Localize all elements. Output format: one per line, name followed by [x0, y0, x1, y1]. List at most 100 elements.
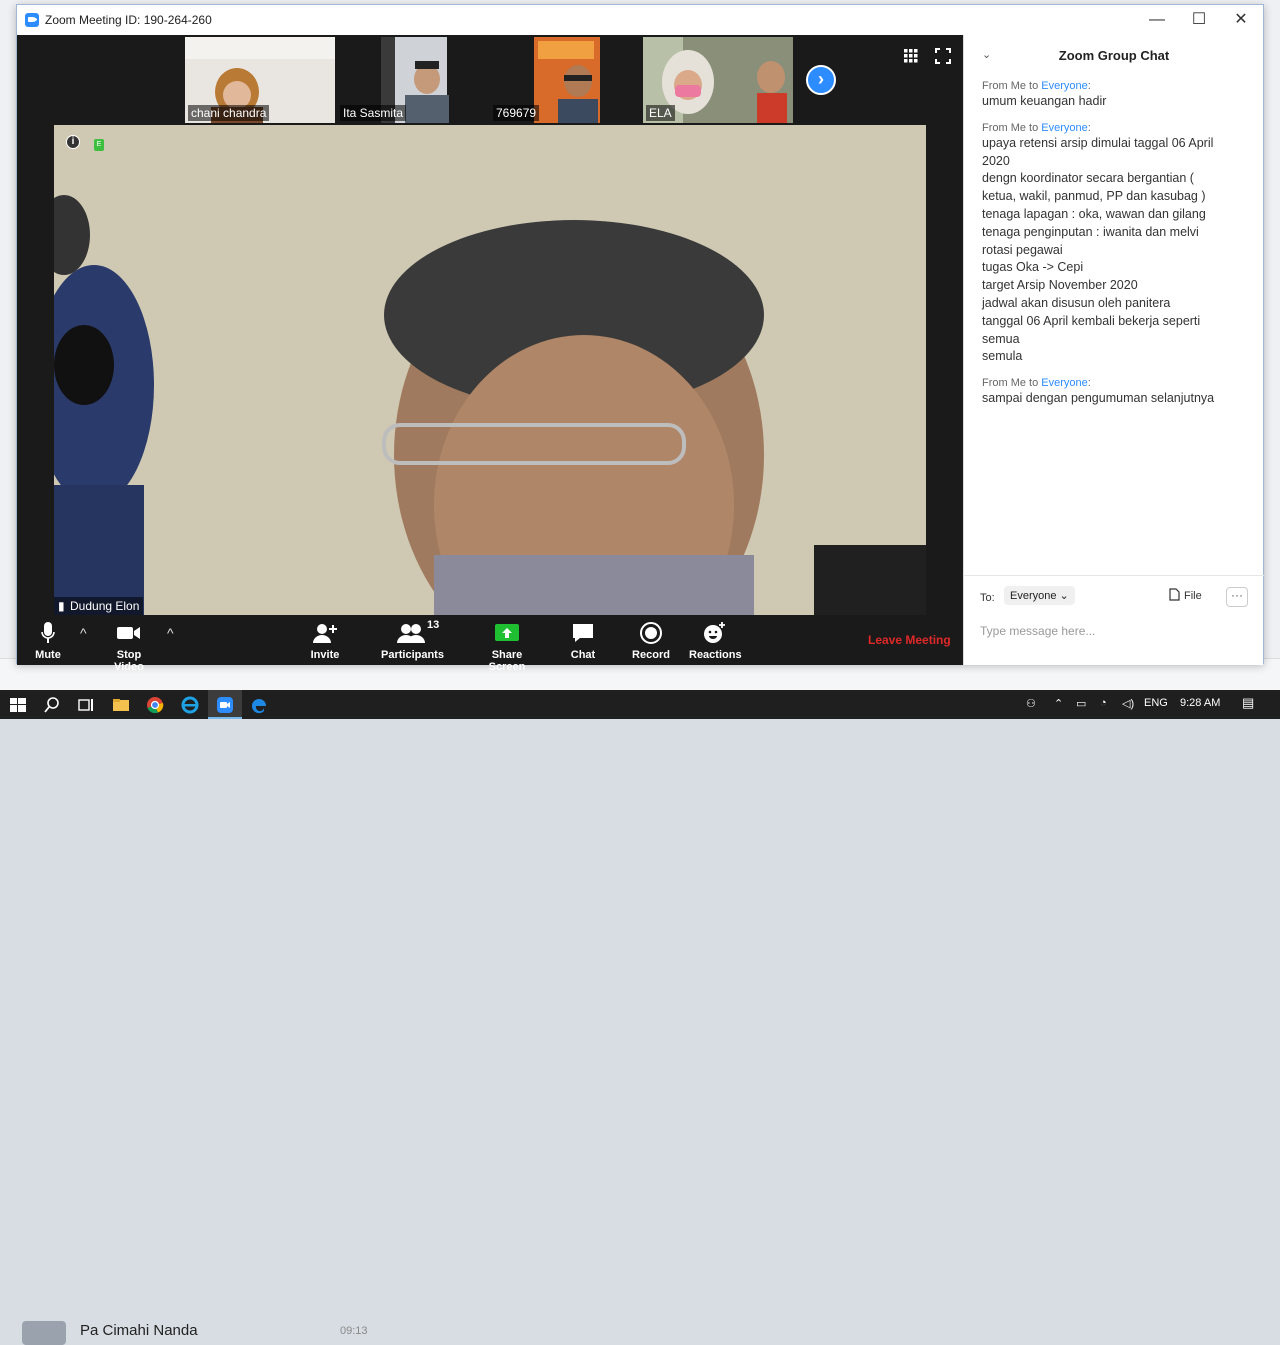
invite-button[interactable]: Invite	[307, 615, 343, 665]
file-icon	[1169, 588, 1180, 601]
zoom-logo-icon	[25, 13, 39, 27]
thumbnail-strip: chani chandra Ita Sasmita 769679 ELA	[185, 37, 795, 123]
language-indicator[interactable]: ENG	[1144, 697, 1168, 709]
message-line: dengn koordinator secara bergantian (	[982, 171, 1194, 186]
info-icon[interactable]: i	[66, 135, 80, 149]
share-screen-button[interactable]: Share Screen	[473, 615, 541, 673]
participant-name: ELA	[646, 105, 675, 121]
to-label: To:	[980, 592, 995, 604]
message-line: ketua, wakil, panmud, PP dan kasubag )	[982, 189, 1206, 204]
message-line: tenaga lapagan : oka, wawan dan gilang	[982, 206, 1206, 221]
leave-meeting-button[interactable]: Leave Meeting	[868, 633, 951, 647]
message-line: tugas Oka -> Cepi	[982, 260, 1084, 275]
add-user-icon	[313, 624, 337, 643]
encryption-badge: E	[94, 139, 104, 151]
participants-label: Participants	[381, 649, 444, 661]
internet-explorer-icon[interactable]	[180, 695, 200, 715]
zoom-taskbar-button[interactable]	[208, 690, 242, 719]
message-line: 2020	[982, 153, 1010, 168]
invite-label: Invite	[310, 649, 340, 661]
fullscreen-icon[interactable]	[935, 48, 951, 64]
video-camera-icon	[117, 627, 140, 639]
file-label: File	[1184, 590, 1202, 602]
chat-panel: ⌄ Zoom Group Chat From Me to Everyone: u…	[963, 35, 1264, 665]
message-sender: From Me to Everyone:	[982, 121, 1091, 134]
chevron-up-icon[interactable]: ⌃	[1054, 697, 1063, 710]
share-screen-icon	[495, 624, 519, 641]
participant-thumbnail[interactable]: chani chandra	[185, 37, 335, 123]
chrome-icon[interactable]	[145, 695, 165, 715]
participant-thumbnail[interactable]: Ita Sasmita	[337, 37, 487, 123]
message-line: rotasi pegawai	[982, 242, 1063, 257]
meeting-toolbar: Mute ^ Stop Video ^ Invite Participants …	[17, 615, 963, 673]
message-line: target Arsip November 2020	[982, 278, 1138, 293]
mute-button[interactable]: Mute	[31, 615, 65, 665]
background-avatar	[22, 1321, 66, 1345]
chat-message: From Me to Everyone: upaya retensi arsip…	[982, 121, 1242, 366]
speaker-video-icon	[54, 125, 926, 615]
stop-video-label: Stop Video	[114, 649, 144, 673]
title-bar: Zoom Meeting ID: 190-264-260 — ☐ ✕	[17, 5, 1263, 35]
reactions-button[interactable]: Reactions	[689, 615, 742, 665]
speaker-name: Dudung Elon	[70, 599, 140, 613]
background-contact-name: Pa Cimahi Nanda	[80, 1322, 198, 1339]
reactions-label: Reactions	[689, 649, 742, 661]
search-icon[interactable]	[42, 695, 62, 715]
file-button[interactable]: File	[1169, 588, 1202, 602]
video-area: chani chandra Ita Sasmita 769679 ELA › i…	[17, 35, 963, 673]
message-line: upaya retensi arsip dimulai taggal 06 Ap…	[982, 135, 1214, 150]
stop-video-button[interactable]: Stop Video	[101, 615, 157, 673]
chat-footer: To: Everyone ⌄ File ··· Type message her…	[964, 575, 1264, 665]
next-page-button[interactable]: ›	[806, 65, 836, 95]
chat-button[interactable]: Chat	[565, 615, 601, 665]
maximize-button[interactable]: ☐	[1179, 7, 1219, 33]
message-line: tenaga penginputan : iwanita dan melvi	[982, 224, 1199, 239]
chat-header: ⌄ Zoom Group Chat	[964, 35, 1264, 75]
file-explorer-icon[interactable]	[111, 695, 131, 715]
participants-count: 13	[427, 619, 440, 631]
task-view-icon[interactable]	[76, 695, 96, 715]
minimize-button[interactable]: —	[1137, 7, 1177, 33]
mute-label: Mute	[35, 649, 61, 661]
clock[interactable]: 9:28 AM	[1180, 697, 1220, 709]
message-line: semua	[982, 331, 1020, 346]
volume-icon[interactable]: ◁)	[1122, 697, 1134, 710]
chat-label: Chat	[570, 649, 596, 661]
battery-icon[interactable]: ▭	[1076, 697, 1086, 710]
zoom-icon	[217, 697, 233, 713]
gallery-view-icon[interactable]	[904, 49, 918, 63]
windows-start-icon[interactable]	[8, 695, 28, 715]
message-line: umum keuangan hadir	[982, 94, 1107, 108]
record-label: Record	[632, 649, 670, 661]
message-input[interactable]: Type message here...	[980, 624, 1095, 638]
zoom-window: Zoom Meeting ID: 190-264-260 — ☐ ✕ chani…	[16, 4, 1264, 673]
participants-icon	[397, 624, 425, 643]
message-line: semula	[982, 349, 1023, 364]
speaker-name-label: ▮ Dudung Elon	[54, 597, 144, 615]
close-button[interactable]: ✕	[1221, 7, 1261, 33]
participant-thumbnail[interactable]: ELA	[643, 37, 793, 123]
chat-message: From Me to Everyone: umum keuangan hadir	[982, 79, 1242, 111]
share-screen-label: Share Screen	[488, 649, 526, 673]
audio-options-caret[interactable]: ^	[80, 625, 87, 641]
participant-thumbnail[interactable]: 769679	[490, 37, 640, 123]
participant-name: 769679	[493, 105, 540, 121]
record-button[interactable]: Record	[631, 615, 671, 665]
message-line: jadwal akan disusun oleh panitera	[982, 295, 1171, 310]
participant-name: chani chandra	[188, 105, 270, 121]
microphone-icon	[41, 622, 55, 643]
notification-icon[interactable]: ▤	[1242, 695, 1254, 711]
recipient-select[interactable]: Everyone ⌄	[1004, 586, 1075, 605]
message-sender: From Me to Everyone:	[982, 80, 1091, 92]
chat-messages: From Me to Everyone: umum keuangan hadir…	[982, 79, 1242, 418]
message-sender: From Me to Everyone:	[982, 377, 1091, 390]
people-icon[interactable]: ⚇	[1026, 697, 1036, 710]
edge-icon[interactable]	[249, 695, 269, 715]
message-line: tanggal 06 April kembali bekerja seperti	[982, 313, 1201, 328]
wifi-icon[interactable]: ◔	[1100, 697, 1107, 709]
record-icon	[640, 622, 662, 644]
window-title: Zoom Meeting ID: 190-264-260	[45, 13, 212, 27]
video-options-caret[interactable]: ^	[167, 625, 174, 641]
more-options-button[interactable]: ···	[1226, 587, 1248, 607]
message-line: sampai dengan pengumuman selanjutnya	[982, 391, 1215, 406]
